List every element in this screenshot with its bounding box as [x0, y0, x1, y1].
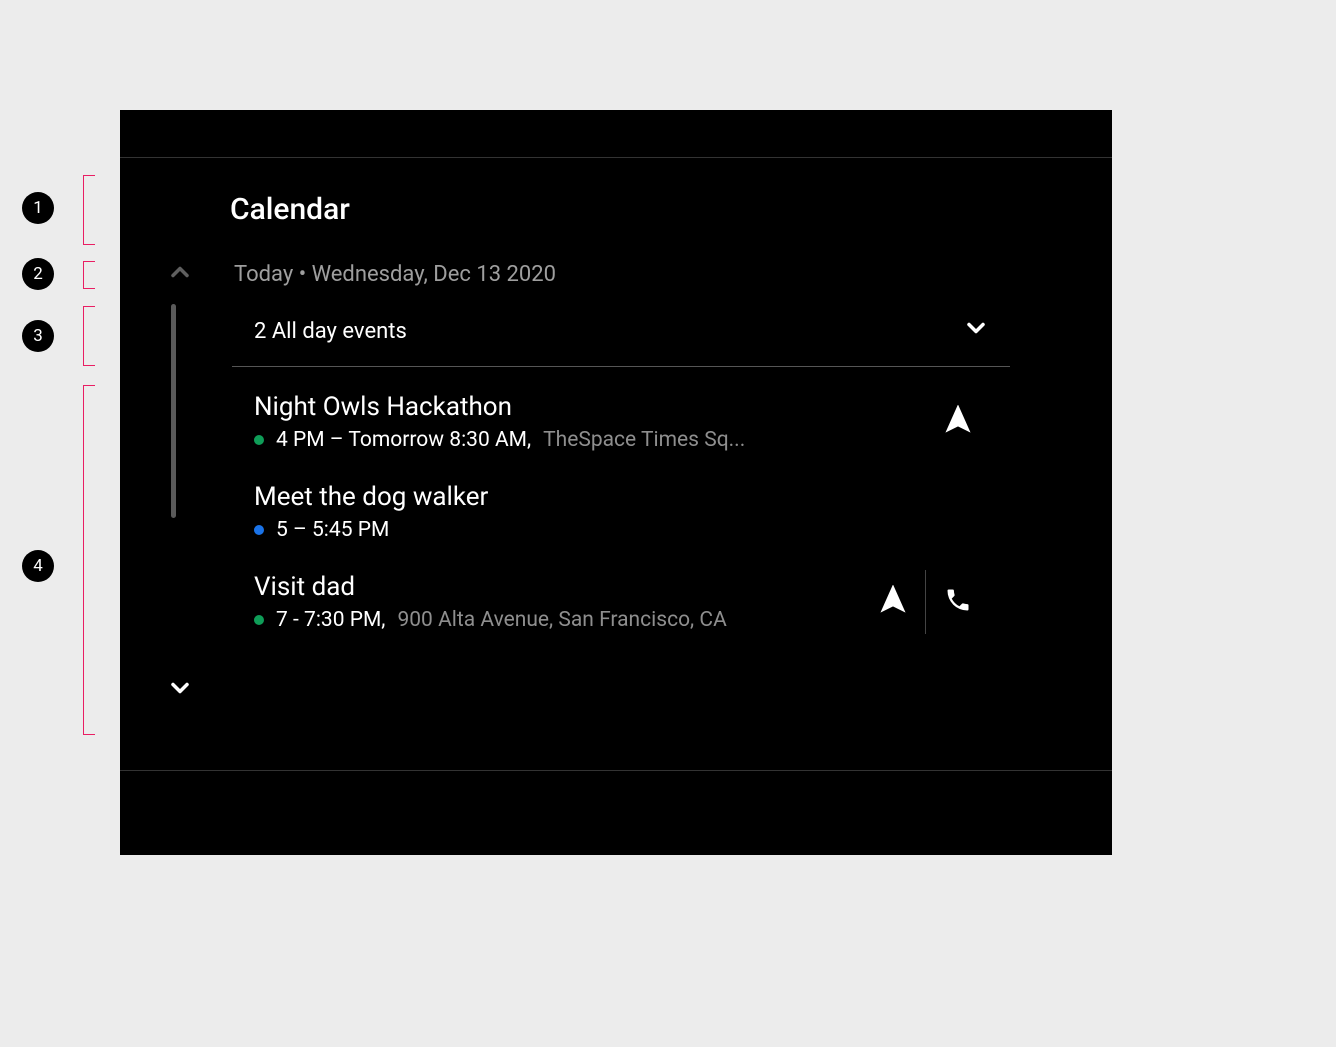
event-actions — [926, 390, 990, 454]
event-main: Visit dad 7 - 7:30 PM, 900 Alta Avenue, Sa… — [254, 572, 861, 632]
event-time: 5 – 5:45 PM — [276, 518, 389, 542]
nav-bar — [120, 771, 1112, 855]
calendar-dot-icon — [254, 525, 264, 535]
event-actions — [861, 570, 990, 634]
annotation-marker-4: 4 — [22, 550, 54, 582]
annotation-bracket-4 — [83, 385, 95, 735]
calendar-dot-icon — [254, 615, 264, 625]
calendar-dot-icon — [254, 435, 264, 445]
event-title: Meet the dog walker — [254, 482, 990, 512]
event-main: Meet the dog walker 5 – 5:45 PM — [254, 482, 990, 542]
calendar-content: Calendar Today • Wednesday, Dec 13 2020 … — [120, 158, 1112, 771]
scrollbar-thumb[interactable] — [171, 304, 176, 518]
navigation-icon — [878, 585, 908, 619]
all-day-events-row[interactable]: 2 All day events — [232, 296, 1010, 367]
status-bar — [120, 110, 1112, 158]
navigate-button[interactable] — [861, 570, 925, 634]
event-time: 4 PM – Tomorrow 8:30 AM, — [276, 428, 531, 452]
annotation-bracket-2 — [83, 261, 95, 289]
event-location: 900 Alta Avenue, San Francisco, CA — [397, 608, 726, 632]
app-title: Calendar — [230, 192, 350, 227]
date-header: Today • Wednesday, Dec 13 2020 — [234, 262, 556, 287]
event-list: Night Owls Hackathon 4 PM – Tomorrow 8:30… — [232, 376, 1010, 648]
navigation-icon — [943, 405, 973, 439]
annotation-bracket-3 — [83, 306, 95, 366]
annotation-marker-2: 2 — [22, 258, 54, 290]
all-day-label: 2 All day events — [254, 319, 407, 344]
navigate-button[interactable] — [926, 390, 990, 454]
event-title: Night Owls Hackathon — [254, 392, 926, 422]
phone-icon — [944, 586, 972, 618]
event-location: TheSpace Times Sq... — [543, 428, 745, 452]
annotation-marker-3: 3 — [22, 320, 54, 352]
event-main: Night Owls Hackathon 4 PM – Tomorrow 8:30… — [254, 392, 926, 452]
event-row[interactable]: Visit dad 7 - 7:30 PM, 900 Alta Avenue, Sa… — [232, 556, 1010, 648]
event-subtitle: 7 - 7:30 PM, 900 Alta Avenue, San Francis… — [254, 608, 861, 632]
event-subtitle: 5 – 5:45 PM — [254, 518, 990, 542]
scroll-up-button[interactable] — [166, 258, 194, 290]
event-title: Visit dad — [254, 572, 861, 602]
event-row[interactable]: Meet the dog walker 5 – 5:45 PM — [232, 468, 1010, 556]
scroll-down-button[interactable] — [166, 674, 194, 706]
event-row[interactable]: Night Owls Hackathon 4 PM – Tomorrow 8:30… — [232, 376, 1010, 468]
event-subtitle: 4 PM – Tomorrow 8:30 AM, TheSpace Times S… — [254, 428, 926, 452]
annotation-bracket-1 — [83, 175, 95, 245]
annotation-marker-1: 1 — [22, 192, 54, 224]
chevron-down-icon — [962, 314, 990, 348]
event-time: 7 - 7:30 PM, — [276, 608, 385, 632]
call-button[interactable] — [926, 570, 990, 634]
calendar-app-window: Calendar Today • Wednesday, Dec 13 2020 … — [120, 110, 1112, 855]
